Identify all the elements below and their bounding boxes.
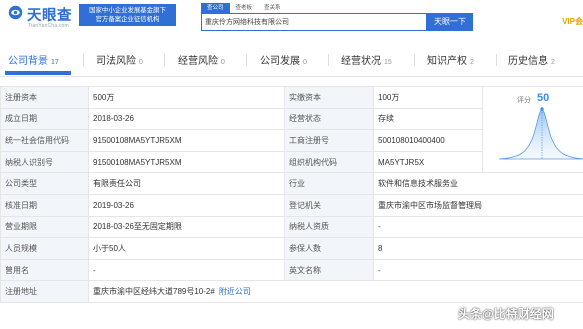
field-value: 500万 xyxy=(88,86,285,109)
tab-company-development[interactable]: 公司发展 0 xyxy=(260,52,307,67)
field-value: MA5YTJR5X xyxy=(373,150,483,174)
slogan-banner: 国家中小企业发展基金旗下 官方备案企业征信机构 xyxy=(79,4,176,26)
company-section-tabs: 公司背景 17 司法风险 0 经营风险 0 公司发展 0 经营状况 15 知识产权 2 历史… xyxy=(0,44,583,77)
field-label: 统一社会信用代码 xyxy=(0,129,89,152)
search-type-tabs: 查公司 查老板 查关系 xyxy=(201,3,287,13)
field-label: 经营状态 xyxy=(284,107,374,131)
field-label: 曾用名 xyxy=(0,258,89,282)
search-tab-company[interactable]: 查公司 xyxy=(201,3,230,13)
tab-divider xyxy=(496,54,497,66)
tab-label: 经营风险 xyxy=(178,56,218,67)
tab-count: 17 xyxy=(51,59,59,66)
slogan-line-2: 官方备案企业征信机构 xyxy=(95,16,160,23)
address-value-cell: 重庆市渝中区经纬大道789号10-2# 附近公司 xyxy=(88,280,583,303)
tab-label: 经营状况 xyxy=(341,56,381,67)
field-value: 91500108MA5YTJR5XM xyxy=(88,129,285,152)
table-row: 曾用名 - 英文名称 - xyxy=(0,258,583,282)
field-value: 软件和信息技术服务业 xyxy=(373,172,583,195)
field-value: 100万 xyxy=(373,86,483,109)
field-label: 成立日期 xyxy=(0,107,89,131)
search-input[interactable] xyxy=(205,16,425,28)
search-tab-boss[interactable]: 查老板 xyxy=(230,3,259,13)
score-distribution-chart xyxy=(498,107,583,160)
field-value: 有限责任公司 xyxy=(88,172,285,195)
score-panel[interactable]: 评分 50 xyxy=(482,85,583,174)
table-row: 核准日期 2019-03-26 登记机关 重庆市渝中区市场监督管理局 xyxy=(0,193,583,217)
field-value: 2019-03-26 xyxy=(88,193,285,217)
tab-business-risk[interactable]: 经营风险 0 xyxy=(178,52,225,67)
field-label: 组织机构代码 xyxy=(284,150,374,174)
tab-operating-status[interactable]: 经营状况 15 xyxy=(341,52,392,67)
tab-divider xyxy=(164,54,165,66)
search-button[interactable]: 天眼一下 xyxy=(427,13,473,31)
field-label: 人员规模 xyxy=(0,237,89,260)
field-value: - xyxy=(88,258,285,282)
table-row: 注册地址 重庆市渝中区经纬大道789号10-2# 附近公司 xyxy=(0,280,583,303)
tab-divider xyxy=(246,54,247,66)
slogan-line-1: 国家中小企业发展基金旗下 xyxy=(89,6,166,14)
field-value: - xyxy=(373,215,583,239)
tab-label: 公司背景 xyxy=(8,56,48,67)
table-row: 注册资本 500万 实缴资本 100万 评分 50 xyxy=(0,85,583,174)
field-value: 500108010400400 xyxy=(373,129,483,152)
field-label: 英文名称 xyxy=(284,258,374,282)
tab-count: 2 xyxy=(551,59,555,66)
watermark-text: 头条@比特财经网 xyxy=(458,307,554,321)
tab-company-background[interactable]: 公司背景 17 xyxy=(8,52,59,67)
nearby-companies-link[interactable]: 附近公司 xyxy=(219,287,251,296)
tab-label: 知识产权 xyxy=(427,56,467,67)
tab-history-info[interactable]: 历史信息 2 xyxy=(508,52,555,67)
field-label: 行业 xyxy=(284,172,374,195)
top-header: 天眼查 TianYanCha.com 国家中小企业发展基金旗下 官方备案企业征信… xyxy=(0,0,583,40)
field-label: 纳税人资质 xyxy=(284,215,374,239)
tab-divider xyxy=(83,54,84,66)
business-info-table: 注册资本 500万 实缴资本 100万 评分 50 成立日期 2018-03-2… xyxy=(0,85,583,303)
tab-label: 司法风险 xyxy=(96,56,136,67)
vip-link[interactable]: VIP会 xyxy=(562,16,583,27)
search-box xyxy=(201,13,427,31)
tab-label: 公司发展 xyxy=(260,56,300,67)
tab-count: 0 xyxy=(139,59,143,66)
logo-name: 天眼查 xyxy=(27,8,72,24)
field-label: 营业期限 xyxy=(0,215,89,239)
site-logo[interactable]: 天眼查 TianYanCha.com xyxy=(8,2,90,34)
field-label: 工商注册号 xyxy=(284,129,374,152)
tab-count: 2 xyxy=(470,59,474,66)
field-value: 小于50人 xyxy=(88,237,285,260)
table-row: 营业期限 2018-03-26至无固定期限 纳税人资质 - xyxy=(0,215,583,239)
address-value: 重庆市渝中区经纬大道789号10-2# xyxy=(93,287,215,297)
field-value: 2018-03-26至无固定期限 xyxy=(88,215,285,239)
table-row: 人员规模 小于50人 参保人数 8 xyxy=(0,237,583,260)
field-value: 重庆市渝中区市场监督管理局 xyxy=(373,193,583,217)
table-row: 公司类型 有限责任公司 行业 软件和信息技术服务业 xyxy=(0,172,583,195)
eye-logo-icon xyxy=(8,5,23,20)
field-label: 注册资本 xyxy=(0,86,89,109)
tab-count: 0 xyxy=(303,59,307,66)
field-value: 2018-03-26 xyxy=(88,107,285,131)
field-value: - xyxy=(373,258,583,282)
field-label: 参保人数 xyxy=(284,237,374,260)
field-label: 纳税人识别号 xyxy=(0,150,89,174)
tab-divider xyxy=(328,54,329,66)
search-tab-relation[interactable]: 查关系 xyxy=(258,3,287,13)
tab-count: 15 xyxy=(384,59,392,66)
tab-divider xyxy=(414,54,415,66)
field-value: 8 xyxy=(373,237,583,260)
field-value: 91500108MA5YTJR5XM xyxy=(88,150,285,174)
active-tab-indicator xyxy=(5,71,71,75)
field-label: 公司类型 xyxy=(0,172,89,195)
field-label: 注册地址 xyxy=(0,280,89,303)
tab-intellectual-property[interactable]: 知识产权 2 xyxy=(427,52,474,67)
tab-count: 0 xyxy=(221,59,225,66)
field-value: 存续 xyxy=(373,107,483,131)
logo-domain: TianYanCha.com xyxy=(28,23,69,29)
toutiao-watermark: 头条@比特财经网 xyxy=(446,301,580,323)
field-label: 登记机关 xyxy=(284,193,374,217)
field-label: 实缴资本 xyxy=(284,86,374,109)
tab-label: 历史信息 xyxy=(508,56,548,67)
tab-legal-risk[interactable]: 司法风险 0 xyxy=(96,52,143,67)
field-label: 核准日期 xyxy=(0,193,89,217)
